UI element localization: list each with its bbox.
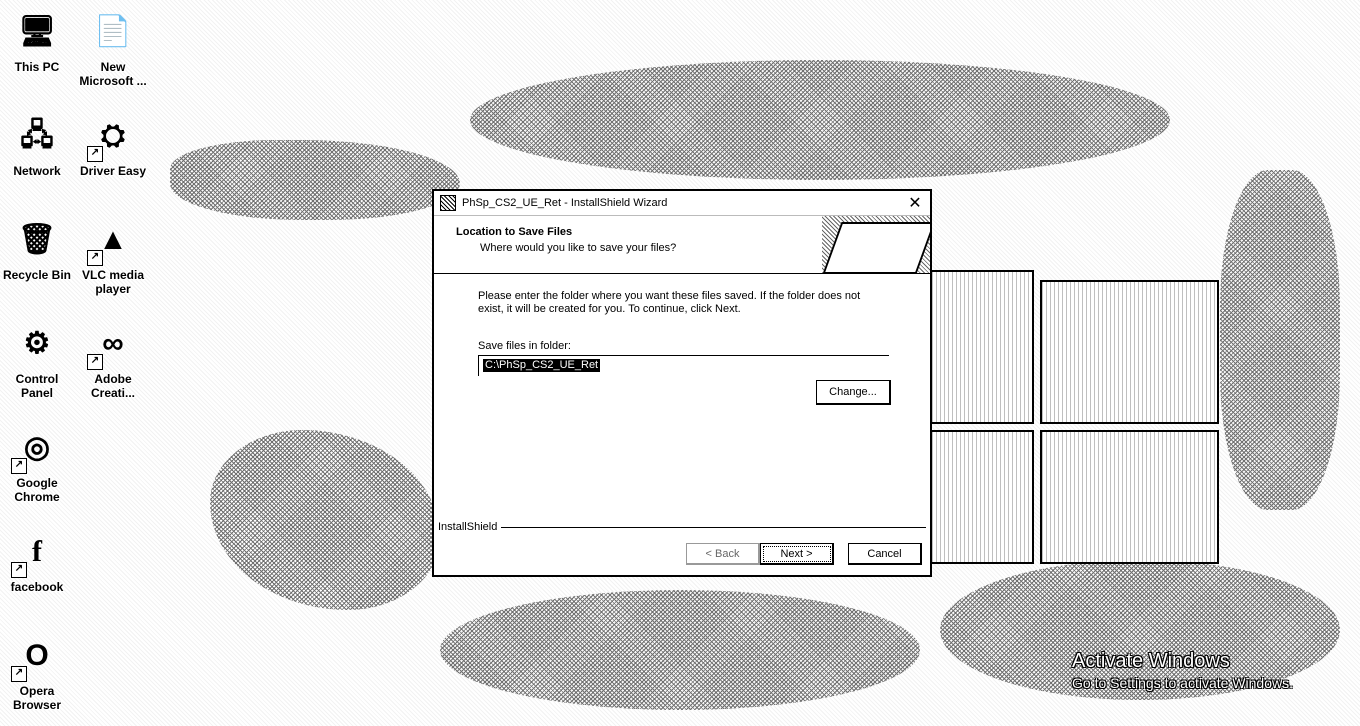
desktop-icon-label: Adobe Creati... xyxy=(90,372,135,400)
recycle-bin-icon: 🗑 xyxy=(17,223,57,256)
save-folder-input[interactable]: C:\PhSp_CS2_UE_Ret xyxy=(478,355,889,376)
desktop-icon-label: Network xyxy=(13,164,61,178)
windows-logo-pane xyxy=(930,270,1034,424)
desktop-icon-adobe-cc[interactable]: ∞ ↗ Adobe Creati... xyxy=(78,320,148,400)
installshield-brand-label: InstallShield xyxy=(438,521,498,533)
vlc-icon: ▲ ↗ xyxy=(87,216,137,266)
desktop-icon-google-chrome[interactable]: ◎ ↗ Google Chrome xyxy=(2,424,72,504)
desktop-icon-label: Google Chrome xyxy=(14,476,60,504)
change-folder-button[interactable]: Change... xyxy=(816,380,891,405)
driver-easy-icon: ⛭ ↗ xyxy=(87,112,137,162)
opera-icon: O ↗ xyxy=(11,632,61,682)
wizard-header: Location to Save Files Where would you l… xyxy=(434,216,930,274)
chrome-icon: ◎ ↗ xyxy=(11,424,61,474)
control-panel-icon: ⚙ xyxy=(23,327,51,360)
divider-line xyxy=(501,526,926,528)
shortcut-arrow-icon: ↗ xyxy=(87,146,103,162)
installshield-brand-divider: InstallShield xyxy=(438,521,926,533)
desktop-icon-label: Driver Easy xyxy=(79,164,147,178)
document-icon: 📄 xyxy=(94,15,132,48)
desktop-icon-recycle-bin[interactable]: 🗑 Recycle Bin xyxy=(2,216,72,282)
wizard-body: Please enter the folder where you want t… xyxy=(434,274,930,405)
desktop-icon-facebook[interactable]: f ↗ facebook xyxy=(2,528,72,594)
windows-logo-pane xyxy=(1040,280,1219,424)
back-button[interactable]: < Back xyxy=(686,543,760,565)
installer-app-icon xyxy=(440,195,456,211)
cancel-button[interactable]: Cancel xyxy=(848,543,922,565)
desktop-icon-network[interactable]: 🖧 Network xyxy=(2,112,72,178)
wizard-banner-graphic xyxy=(822,216,930,273)
network-icon: 🖧 xyxy=(20,119,54,152)
dialog-titlebar[interactable]: PhSp_CS2_UE_Ret - InstallShield Wizard ✕ xyxy=(434,191,930,216)
desktop-icon-control-panel[interactable]: ⚙ Control Panel xyxy=(2,320,72,400)
shortcut-arrow-icon: ↗ xyxy=(87,354,103,370)
desktop-icon-new-document[interactable]: 📄 New Microsoft ... xyxy=(78,8,148,88)
folder-field-label: Save files in folder: xyxy=(478,340,571,352)
desktop-icon-label: Recycle Bin xyxy=(2,268,72,282)
instructions-text: Please enter the folder where you want t… xyxy=(478,290,861,315)
save-folder-value: C:\PhSp_CS2_UE_Ret xyxy=(483,359,601,372)
desktop-icon-label: Opera Browser xyxy=(12,684,62,712)
desktop-icon-this-pc[interactable]: 🖥 This PC xyxy=(2,8,72,74)
windows-logo-pane xyxy=(1040,430,1219,564)
desktop-icon-label: facebook xyxy=(10,580,64,594)
wallpaper-light-streak xyxy=(470,60,1170,180)
windows-logo xyxy=(930,270,1220,570)
installshield-wizard-dialog: PhSp_CS2_UE_Ret - InstallShield Wizard ✕… xyxy=(432,189,932,577)
banner-shape xyxy=(822,222,930,273)
shortcut-arrow-icon: ↗ xyxy=(87,250,103,266)
shortcut-arrow-icon: ↗ xyxy=(11,562,27,578)
desktop-icon-label: Control Panel xyxy=(15,372,59,400)
wallpaper-light-streak xyxy=(170,140,460,220)
close-icon[interactable]: ✕ xyxy=(900,192,930,214)
desktop-icon-opera[interactable]: O ↗ Opera Browser xyxy=(2,632,72,712)
wallpaper-light-streak xyxy=(440,590,920,710)
shortcut-arrow-icon: ↗ xyxy=(11,666,27,682)
windows-logo-pane xyxy=(930,430,1034,564)
desktop-icon-driver-easy[interactable]: ⛭ ↗ Driver Easy xyxy=(78,112,148,178)
watermark-subtitle: Go to Settings to activate Windows. xyxy=(1072,675,1293,691)
desktop-icon-vlc[interactable]: ▲ ↗ VLC media player xyxy=(78,216,148,296)
desktop-icon-label: This PC xyxy=(14,60,60,74)
watermark-title: Activate Windows xyxy=(1072,650,1230,672)
activate-windows-watermark: Activate Windows Go to Settings to activ… xyxy=(1072,650,1293,691)
wallpaper-light-streak xyxy=(1220,170,1340,510)
shortcut-arrow-icon: ↗ xyxy=(11,458,27,474)
adobe-cc-icon: ∞ ↗ xyxy=(87,320,137,370)
next-button[interactable]: Next > xyxy=(760,543,834,565)
wallpaper-light-streak xyxy=(210,430,440,610)
desktop-icon-label: New Microsoft ... xyxy=(79,60,147,88)
dialog-title: PhSp_CS2_UE_Ret - InstallShield Wizard xyxy=(462,197,668,209)
desktop-icon-label: VLC media player xyxy=(81,268,144,296)
computer-icon: 🖥 xyxy=(17,15,57,48)
facebook-icon: f ↗ xyxy=(11,528,61,578)
